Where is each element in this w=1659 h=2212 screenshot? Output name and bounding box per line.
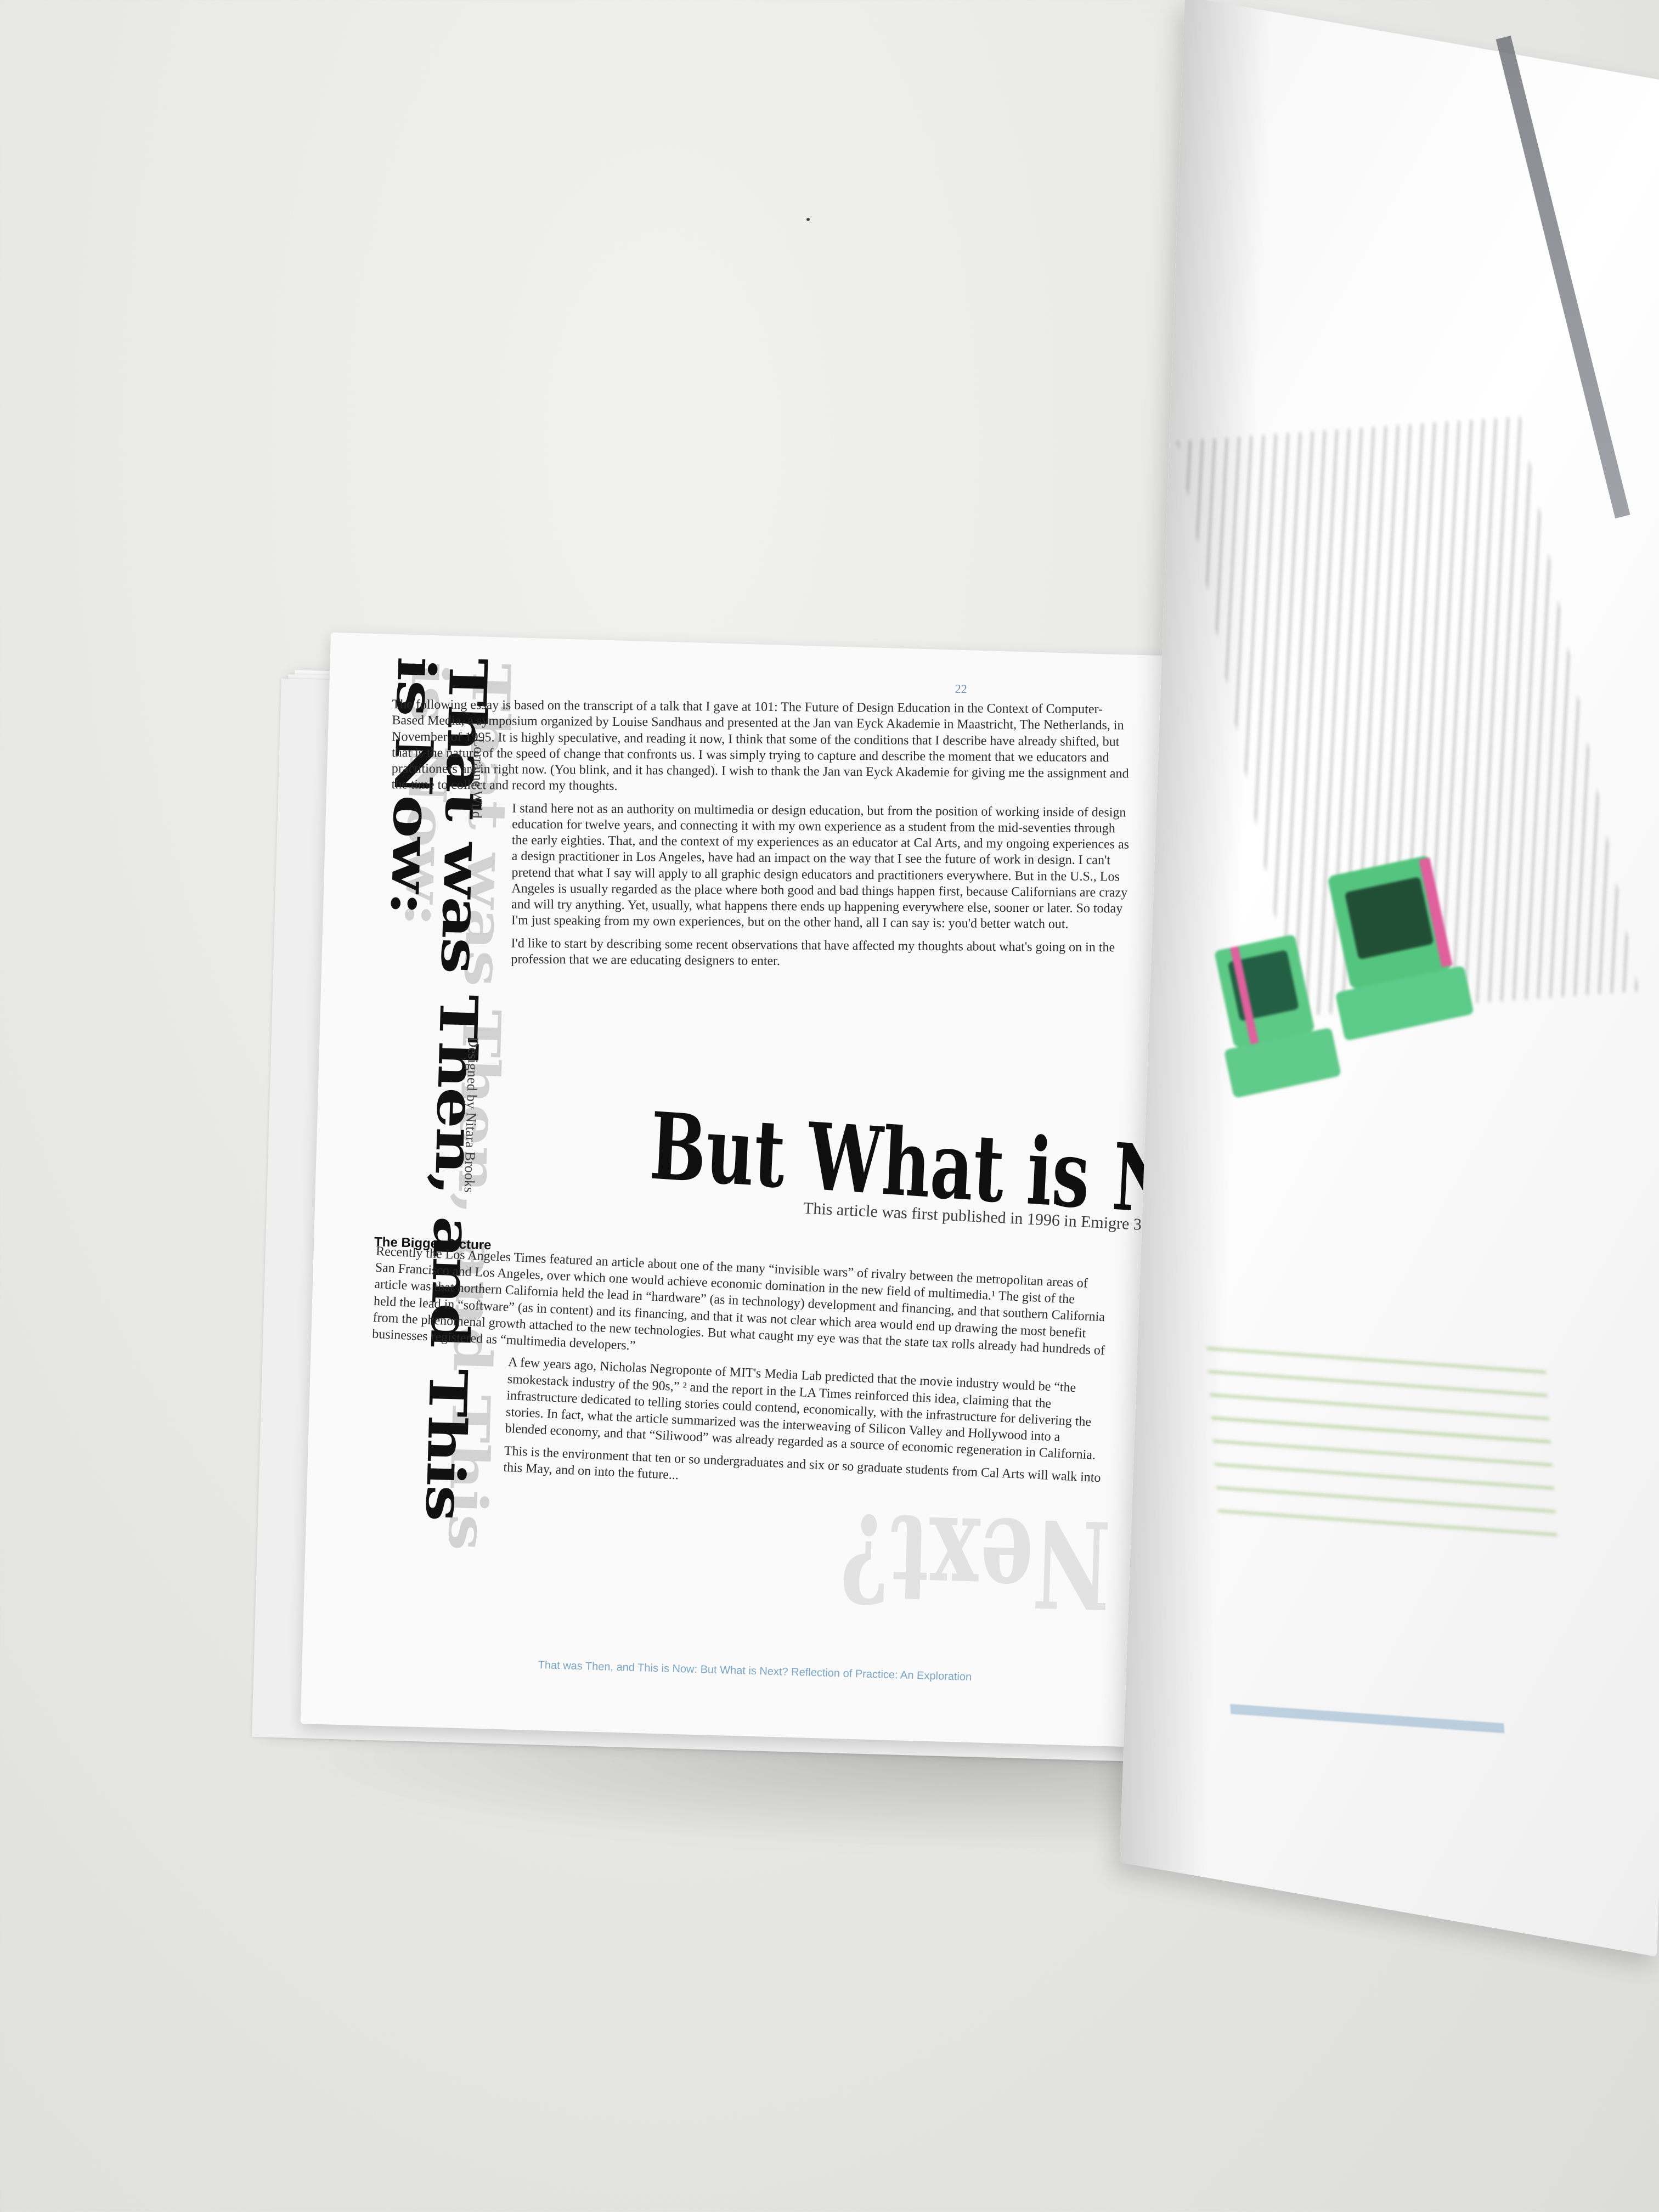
green-computer-icon [1328,856,1474,1040]
left-page: 22 That was Then, and This is Now: That … [300,632,1220,1749]
body-paragraph-1: Recently the Los Angeles Times featured … [371,1244,1105,1358]
intro-paragraph-3: I'd like to start by describing some rec… [511,936,1115,969]
intro-text: The following essay is based on the tran… [390,697,1132,979]
right-footer-line [1230,1704,1505,1734]
intro-paragraph-2: I stand here not as an authority on mult… [511,801,1130,932]
page-number: 22 [955,681,968,696]
dust-speck [806,218,810,221]
photo-scene: 22 That was Then, and This is Now: That … [0,0,1659,2212]
green-text-block [1206,1347,1559,1548]
body-text: Recently the Los Angeles Times featured … [366,1243,1111,1508]
intro-paragraph-1: The following essay is based on the tran… [391,697,1129,794]
footer-text: That was Then, and This is Now: But What… [538,1659,972,1684]
